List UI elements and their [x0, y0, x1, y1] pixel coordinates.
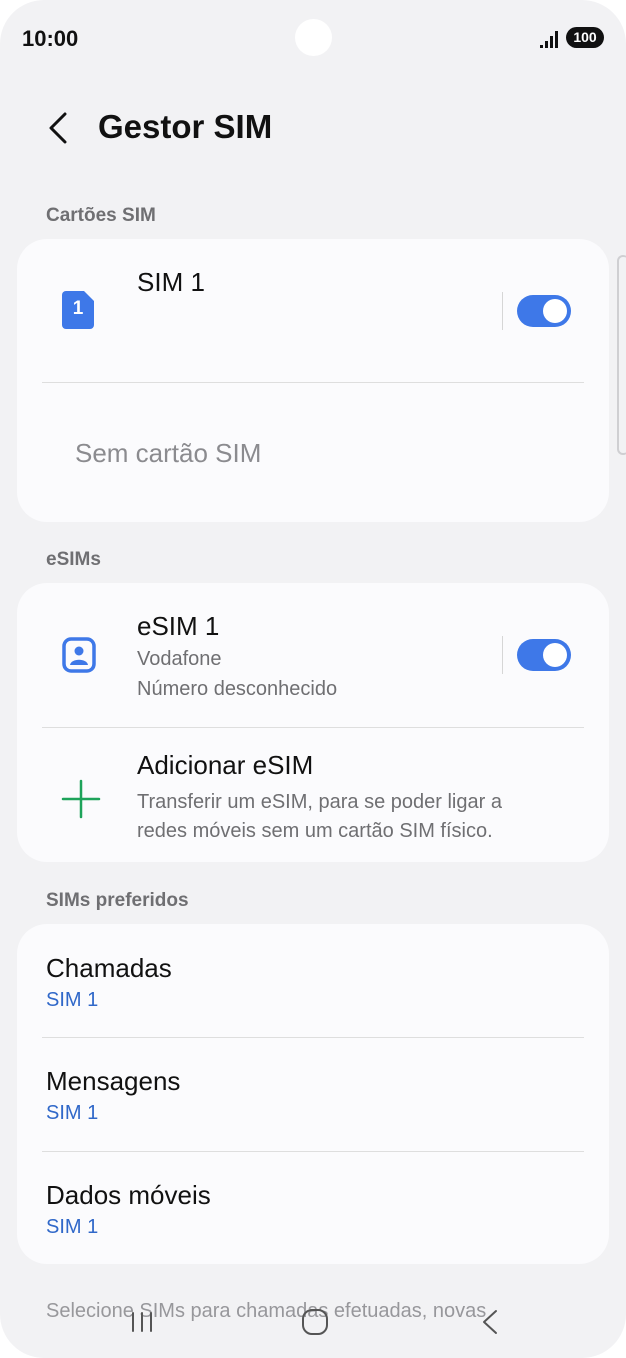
battery-icon: 100	[566, 27, 604, 48]
chevron-left-icon	[483, 1310, 497, 1334]
sim1-toggle[interactable]	[517, 295, 571, 327]
section-title-sim-cards: Cartões SIM	[46, 205, 156, 226]
navigation-bar	[0, 1290, 626, 1358]
preferred-messages-title: Mensagens	[46, 1066, 181, 1096]
sim-card-icon: 1	[62, 291, 94, 334]
preferred-mobile-data-title: Dados móveis	[46, 1180, 211, 1210]
status-time: 10:00	[22, 26, 79, 51]
app-header: Gestor SIM	[0, 100, 626, 156]
divider	[42, 382, 584, 383]
toggle-knob	[543, 643, 567, 667]
preferred-calls-value: SIM 1	[46, 989, 99, 1011]
add-esim-description-line2: redes móveis sem um cartão SIM físico.	[137, 820, 493, 842]
back-button[interactable]	[36, 106, 80, 150]
section-title-esims: eSIMs	[46, 549, 101, 570]
home-icon	[302, 1309, 328, 1335]
preferred-messages-value: SIM 1	[46, 1102, 99, 1124]
esim-contact-icon	[62, 637, 96, 678]
esim1-toggle[interactable]	[517, 639, 571, 671]
preferred-messages-row[interactable]: Mensagens SIM 1	[17, 1038, 609, 1152]
recent-apps-button[interactable]	[112, 1300, 172, 1344]
chevron-left-icon	[49, 112, 67, 144]
screen: 10:00 100 Gestor SIM Cartões SIM 1 SIM 1…	[0, 0, 626, 1358]
add-esim-row[interactable]: Adicionar eSIM Transferir um eSIM, para …	[17, 728, 609, 862]
sim-badge: 1	[72, 298, 84, 319]
preferred-sims-card: Chamadas SIM 1 Mensagens SIM 1 Dados móv…	[17, 924, 609, 1264]
nav-back-button[interactable]	[460, 1300, 520, 1344]
preferred-calls-title: Chamadas	[46, 953, 172, 983]
preferred-mobile-data-value: SIM 1	[46, 1216, 99, 1238]
sim1-title: SIM 1	[137, 267, 205, 297]
page-title: Gestor SIM	[98, 108, 273, 145]
preferred-mobile-data-row[interactable]: Dados móveis SIM 1	[17, 1152, 609, 1264]
status-bar: 10:00 100	[0, 0, 626, 78]
empty-sim-slot: Sem cartão SIM	[75, 438, 262, 468]
toggle-separator	[502, 292, 503, 330]
signal-icon	[540, 31, 558, 48]
esim1-number: Número desconhecido	[137, 678, 338, 700]
toggle-knob	[543, 299, 567, 323]
esim1-row[interactable]: eSIM 1 Vodafone Número desconhecido	[17, 583, 609, 727]
recent-apps-icon	[132, 1312, 152, 1332]
home-button[interactable]	[285, 1300, 345, 1344]
esims-card: eSIM 1 Vodafone Número desconhecido Adic…	[17, 583, 609, 862]
plus-icon	[61, 779, 101, 824]
add-esim-title: Adicionar eSIM	[137, 750, 314, 780]
section-title-preferred-sims: SIMs preferidos	[46, 890, 189, 911]
toggle-separator	[502, 636, 503, 674]
preferred-calls-row[interactable]: Chamadas SIM 1	[17, 924, 609, 1038]
sim-cards-card: 1 SIM 1 Sem cartão SIM	[17, 239, 609, 522]
esim1-title: eSIM 1	[137, 611, 220, 641]
front-camera	[295, 19, 332, 56]
add-esim-description-line1: Transferir um eSIM, para se poder ligar …	[137, 791, 502, 813]
sim1-row[interactable]: 1 SIM 1	[17, 239, 609, 383]
esim1-operator: Vodafone	[137, 648, 222, 670]
scrollbar[interactable]	[617, 255, 626, 455]
